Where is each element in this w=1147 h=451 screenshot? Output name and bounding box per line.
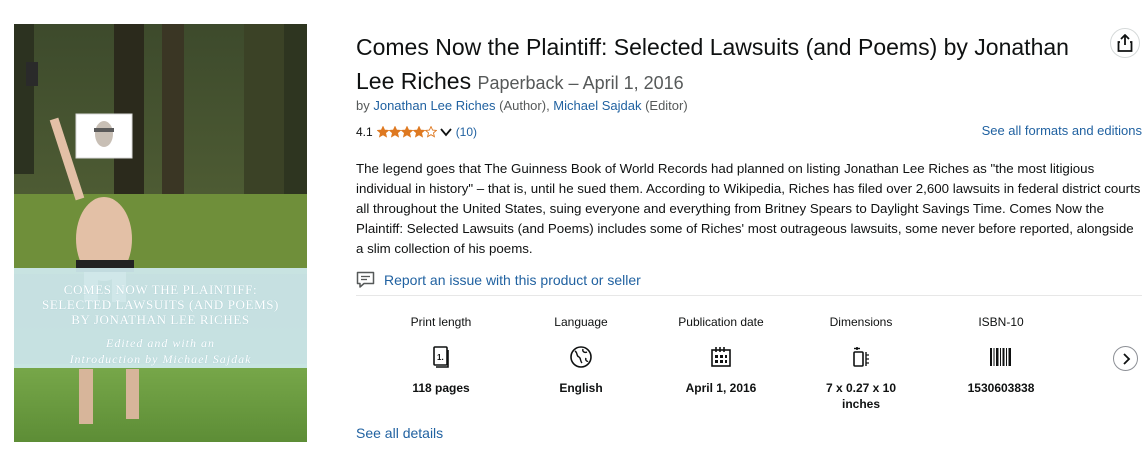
- cover-title-line: Selected Lawsuits (and Poems): [42, 297, 279, 312]
- cover-subtitle-text: Edited and with an Introduction by Micha…: [14, 335, 307, 367]
- star-icon: [424, 126, 437, 138]
- see-all-details-link[interactable]: See all details: [356, 425, 443, 441]
- book-pages-icon: 1.: [432, 338, 450, 376]
- byline: by Jonathan Lee Riches (Author), Michael…: [356, 98, 688, 113]
- editor-role: (Editor): [641, 98, 688, 113]
- author-role: (Author),: [495, 98, 554, 113]
- product-date: April 1, 2016: [582, 73, 684, 93]
- detail-label: Print length: [410, 315, 472, 329]
- author-link-jonathan-lee-riches[interactable]: Jonathan Lee Riches: [373, 98, 495, 113]
- star-icon: [376, 126, 389, 138]
- share-icon: [1117, 34, 1133, 52]
- cover-title-line: Comes Now the Plaintiff:: [63, 282, 258, 297]
- detail-label: Dimensions: [829, 315, 893, 329]
- cover-subtitle-line: Introduction by Michael Sajdak: [69, 352, 252, 366]
- share-button[interactable]: [1110, 28, 1140, 58]
- barcode-icon: [989, 338, 1013, 376]
- detail-publication-date: Publication date April 1, 2016: [651, 312, 791, 412]
- detail-value: April 1, 2016: [685, 381, 757, 395]
- see-all-formats-link[interactable]: See all formats and editions: [982, 123, 1142, 138]
- star-rating[interactable]: [376, 126, 437, 138]
- chevron-down-icon[interactable]: [439, 127, 452, 137]
- detail-label: Publication date: [678, 315, 764, 329]
- star-icon: [400, 126, 413, 138]
- calendar-icon: [710, 338, 732, 376]
- product-format: Paperback: [477, 73, 564, 93]
- detail-label: ISBN-10: [978, 315, 1024, 329]
- section-divider: [356, 295, 1142, 296]
- product-title-text: Comes Now the Plaintiff: Selected Lawsui…: [356, 34, 1069, 94]
- detail-isbn-10: ISBN-10 1530603838: [931, 312, 1071, 412]
- detail-value: 1530603838: [967, 381, 1035, 395]
- book-cover-image[interactable]: Comes Now the Plaintiff: Selected Lawsui…: [14, 24, 307, 442]
- detail-dimensions: Dimensions 7 x 0.27 x 10 inches: [791, 312, 931, 412]
- star-icon: [388, 126, 401, 138]
- cover-subtitle-line: Edited and with an: [106, 336, 215, 350]
- cover-title-text: Comes Now the Plaintiff: Selected Lawsui…: [14, 282, 307, 327]
- detail-label: Language: [554, 315, 608, 329]
- cover-title-line: by Jonathan Lee Riches: [71, 312, 250, 327]
- report-issue-link[interactable]: Report an issue with this product or sel…: [356, 271, 641, 289]
- detail-value: English: [559, 381, 603, 395]
- svg-text:1.: 1.: [437, 353, 444, 362]
- detail-value: 118 pages: [412, 381, 470, 395]
- carousel-next-button[interactable]: [1113, 346, 1138, 371]
- rating-summary[interactable]: 4.1 (10): [356, 125, 477, 139]
- rating-value: 4.1: [356, 125, 373, 139]
- product-title: Comes Now the Plaintiff: Selected Lawsui…: [356, 30, 1106, 100]
- byline-prefix: by: [356, 98, 374, 113]
- ruler-dimensions-icon: [852, 338, 870, 376]
- ratings-count-link[interactable]: (10): [456, 125, 477, 139]
- detail-value: 7 x 0.27 x 10 inches: [825, 381, 897, 411]
- star-icon: [412, 126, 425, 138]
- book-description: The legend goes that The Guinness Book o…: [356, 161, 1141, 256]
- product-date-separator: –: [563, 73, 583, 93]
- report-issue-text: Report an issue with this product or sel…: [384, 272, 641, 288]
- product-details-carousel: Print length 1. 118 pages Language Engli…: [371, 312, 1071, 412]
- detail-language: Language English: [511, 312, 651, 412]
- editor-link-michael-sajdak[interactable]: Michael Sajdak: [553, 98, 641, 113]
- globe-icon: [569, 338, 593, 376]
- chevron-right-icon: [1122, 352, 1130, 365]
- detail-print-length: Print length 1. 118 pages: [371, 312, 511, 412]
- cover-photo: [14, 24, 307, 442]
- report-speech-bubble-icon: [356, 271, 375, 288]
